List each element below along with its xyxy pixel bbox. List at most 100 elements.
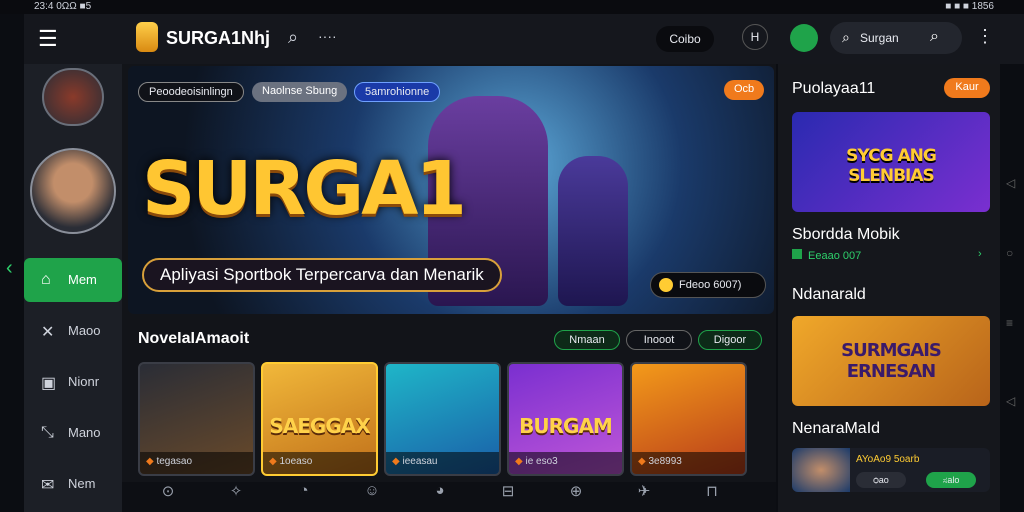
game-card-name: BURGAM [519,414,613,438]
game-card-label: ieeasau [402,456,438,467]
top-bar: ☰ SURGA1Nhj ⌕ ···· Coibo H ⌕ Surgan ⌕ ⋮ [24,14,1024,64]
search-box-icon: ⌕ [842,29,850,45]
bottom-nav-icon-2[interactable]: ◔ [284,482,324,499]
bottom-nav-icon-3[interactable]: ☺ [352,482,392,499]
status-left: 23:4 0ΩΩ ■5 [34,1,92,12]
hero-player-figure-2 [558,156,628,306]
right-button[interactable]: Kaur [944,78,990,98]
game-card-footer: ◆ 1oeaso [263,452,376,474]
profile-badge-icon[interactable] [790,24,818,52]
right-card-0[interactable]: SYCG ANG SLENBIAS [792,112,990,212]
bottom-nav-icon-0[interactable]: ⊙ [148,482,188,500]
right-title: Puolayaa11 [792,80,876,97]
search-icon[interactable]: ⌕ [288,27,298,48]
hero-banner[interactable]: Peoodeoisinlingn Naolnse Sbung 5amrohion… [128,66,774,314]
right-panel: Puolayaa11 Kaur SYCG ANG SLENBIAS Sbordd… [778,64,1000,512]
promo-btn-0[interactable]: ѻao [856,472,906,488]
right-card-1-title: Ndanarald [792,286,866,303]
right-card-0-name: SYCG ANG SLENBIAS [846,146,937,186]
sidebar-item-label: Nionr [68,374,100,389]
bottom-nav-icon-1[interactable]: ✧ [216,482,256,500]
nav-extra-icon[interactable]: ◁ [1006,394,1015,408]
game-tag-icon: ◆ [269,456,280,467]
game-card-name: SAEGGAX [269,414,370,438]
search-box-text: Surgan [860,31,899,45]
right-rail: ◁ ○ ≡ ◁ [1000,64,1024,512]
hero-tag-1[interactable]: Naolnse Sbung [252,82,348,102]
game-tag-icon: ◆ [146,456,157,467]
sidebar-item-0[interactable]: ⌂ Mem [24,258,122,302]
chevron-left-icon[interactable]: ‹ [6,257,13,280]
arrow-icon[interactable]: › [978,248,982,260]
cross-icon: ✕ [41,324,55,341]
hero-badge[interactable]: Ocb [724,80,765,100]
brand-logo-icon [136,22,158,52]
game-card-4[interactable]: ◆ 3e8993 [630,362,747,476]
header-pill-icon[interactable]: H [742,24,768,50]
right-card-0-sub: Eeaao 007 [808,250,862,262]
game-card-label: tegasao [156,456,193,467]
left-rail: ‹ [0,14,24,512]
sidebar-item-label: Mem [68,272,97,287]
more-dots[interactable]: ···· [318,28,337,44]
filter-1[interactable]: Inooot [626,330,692,350]
hero-tag-0[interactable]: Peoodeoisinlingn [138,82,244,102]
game-tag-icon: ◆ [392,456,403,467]
box-icon: ▣ [41,375,57,392]
right-card-1-name: SURMGAIS ERNESAN [841,340,942,382]
chart-icon: ⤡ [41,424,54,441]
right-card-2-sub: AYoAo9 5oarb [856,454,920,465]
sidebar-item-2[interactable]: ▣ Nionr [24,360,122,404]
filter-2[interactable]: Digoor [698,330,762,350]
search-go-icon[interactable]: ⌕ [930,28,939,46]
nav-back-icon[interactable]: ◁ [1006,176,1015,190]
bottom-nav-icon-8[interactable]: ⊓ [692,482,732,500]
hero-title: SURGA1 [142,146,467,232]
search-box[interactable]: ⌕ Surgan ⌕ [830,22,962,54]
kebab-menu-icon[interactable]: ⋮ [976,26,994,47]
nav-recent-icon[interactable]: ≡ [1006,316,1013,330]
right-card-1[interactable]: SURMGAIS ERNESAN [792,316,990,406]
nav-home-icon[interactable]: ○ [1006,246,1013,260]
game-tag-icon: ◆ [638,456,649,467]
sidebar-item-4[interactable]: ✉ Nem [24,462,122,506]
avatar[interactable] [30,148,116,234]
right-card-2[interactable]: AYoAo9 5oarb ѻao ಸalo [792,448,990,492]
bottom-nav-icon-4[interactable]: ◕ [420,482,460,499]
sidebar: ⌂ Mem ✕ Maoo ▣ Nionr ⤡ Mano ✉ Nem [24,64,122,512]
brand-title[interactable]: SURGA1Nhj [166,28,270,49]
shield-logo-icon [42,68,104,126]
promo-avatar [792,448,850,492]
game-card-footer: ◆ ie eso3 [509,452,622,474]
game-card-0[interactable]: ◆ tegasao [138,362,255,476]
chat-icon: ✉ [41,477,55,494]
game-card-1[interactable]: SAEGGAX ◆ 1oeaso [261,362,378,476]
hamburger-icon[interactable]: ☰ [38,26,58,52]
game-card-3[interactable]: BURGAM ◆ ie eso3 [507,362,624,476]
sidebar-item-label: Maoo [68,323,101,338]
bottom-nav-icon-5[interactable]: ⊟ [488,482,528,500]
right-card-0-title: Sbordda Mobik [792,226,900,243]
games-section-title: NoveIaIAmaoit [138,330,250,347]
filter-0[interactable]: Nmaan [554,330,620,350]
game-card-label: 3e8993 [648,456,682,467]
sidebar-item-1[interactable]: ✕ Maoo [24,309,122,353]
bottom-nav-icon-7[interactable]: ✈ [624,482,664,500]
hero-cta[interactable]: Fdeoo 6007) [650,272,766,298]
promo-btn-1[interactable]: ಸalo [926,472,976,488]
hero-cta-label: Fdeoo 6007) [679,279,742,291]
sidebar-item-label: Nem [68,476,96,491]
main-content: Peoodeoisinlingn Naolnse Sbung 5amrohion… [122,64,776,512]
header-pill[interactable]: Coibo [656,26,714,52]
home-icon: ⌂ [41,271,51,288]
sidebar-item-label: Mano [68,425,101,440]
bottom-nav-icon-6[interactable]: ⊕ [556,482,596,500]
game-card-label: ie eso3 [525,456,558,467]
hero-subtitle: Apliyasi Sportbok Terpercarva dan Menari… [142,258,502,292]
gem-icon [792,249,802,259]
game-card-footer: ◆ 3e8993 [632,452,745,474]
hero-tag-2[interactable]: 5amrohionne [354,82,441,102]
sidebar-item-3[interactable]: ⤡ Mano [24,411,122,455]
right-card-2-title: NenaraMaId [792,420,881,437]
game-card-2[interactable]: ◆ ieeasau [384,362,501,476]
